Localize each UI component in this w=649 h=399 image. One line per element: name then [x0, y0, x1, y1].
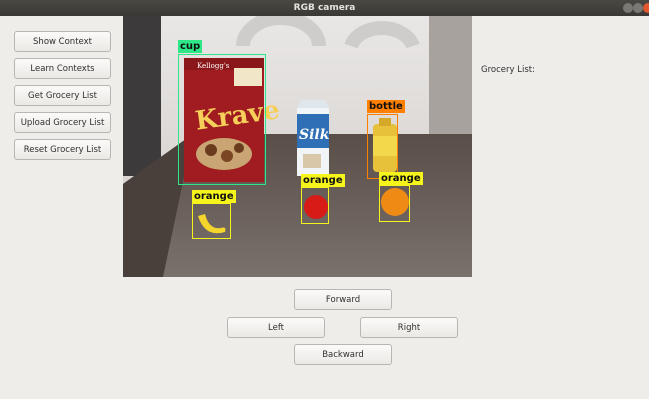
window-title: RGB camera: [293, 3, 356, 13]
detection-label-orange-3: orange: [379, 172, 423, 185]
upload-grocery-list-button[interactable]: Upload Grocery List: [14, 112, 111, 133]
detection-label-bottle: bottle: [367, 100, 405, 113]
show-context-button[interactable]: Show Context: [14, 31, 111, 52]
milk-carton: Silk: [297, 100, 330, 176]
detection-label-orange-1: orange: [192, 190, 236, 203]
detection-box-orange-2: [301, 187, 329, 224]
maximize-icon[interactable]: [633, 3, 643, 13]
detection-box-bottle: [367, 114, 398, 179]
left-button[interactable]: Left: [227, 317, 325, 338]
app-window: RGB camera Show Context Learn Contexts G…: [0, 0, 649, 399]
title-bar: RGB camera: [0, 0, 649, 16]
learn-contexts-button[interactable]: Learn Contexts: [14, 58, 111, 79]
forward-button[interactable]: Forward: [294, 289, 392, 310]
camera-scene: Kellogg's Krave Silk: [123, 16, 472, 277]
camera-feed: Kellogg's Krave Silk cup bottle orange o…: [123, 16, 472, 277]
detection-label-cup: cup: [178, 40, 203, 53]
backward-button[interactable]: Backward: [294, 344, 392, 365]
reset-grocery-list-button[interactable]: Reset Grocery List: [14, 139, 111, 160]
close-icon[interactable]: [643, 3, 649, 13]
milk-brand: Silk: [299, 127, 330, 143]
detection-box-orange-1: [192, 203, 231, 239]
minimize-icon[interactable]: [623, 3, 633, 13]
detection-label-orange-2: orange: [301, 174, 345, 187]
detection-box-cup: [178, 54, 266, 185]
get-grocery-list-button[interactable]: Get Grocery List: [14, 85, 111, 106]
grocery-list-label: Grocery List:: [481, 65, 535, 75]
detection-box-orange-3: [379, 185, 410, 222]
right-button[interactable]: Right: [360, 317, 458, 338]
